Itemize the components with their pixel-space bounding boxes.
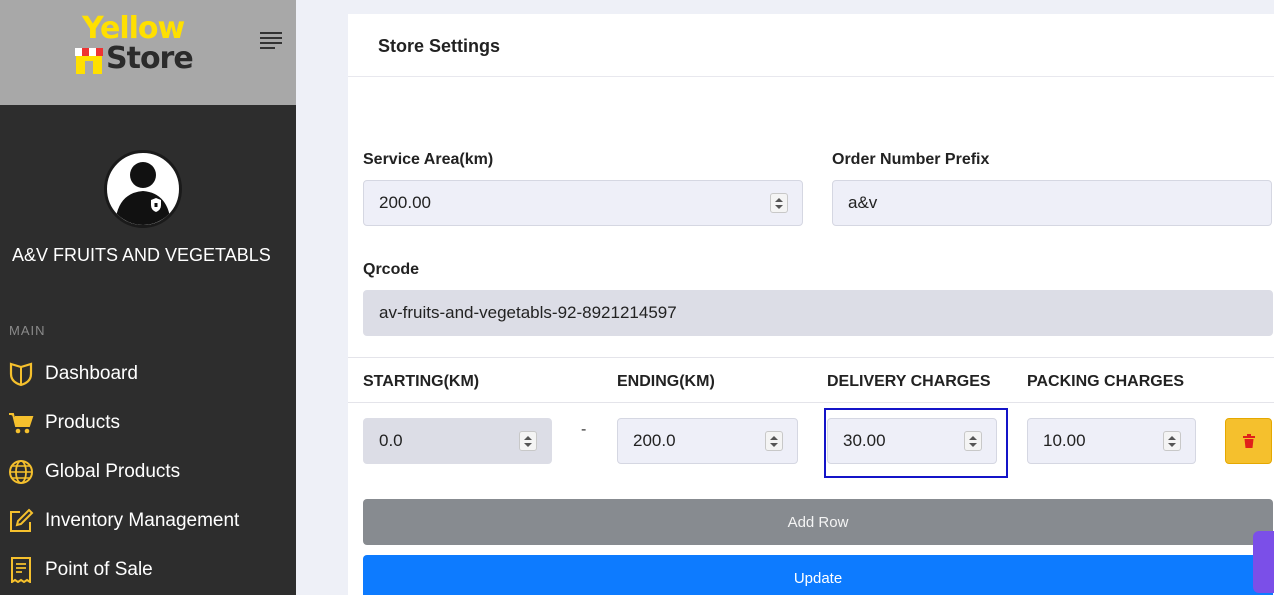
update-button[interactable]: Update <box>363 555 1273 595</box>
service-area-input[interactable]: 200.00 <box>363 180 803 226</box>
globe-icon <box>4 459 38 485</box>
column-header-ending: ENDING(KM) <box>617 373 715 390</box>
store-settings-card: Store Settings Service Area(km) 200.00 O… <box>348 14 1274 595</box>
sidebar: Yellow Store A&V FRUITS AND VEGETABLS MA… <box>0 0 296 595</box>
sidebar-item-label: Global Products <box>45 461 181 482</box>
qrcode-input[interactable]: av-fruits-and-vegetabls-92-8921214597 <box>363 290 1273 336</box>
qrcode-label: Qrcode <box>363 261 420 278</box>
qrcode-value: av-fruits-and-vegetabls-92-8921214597 <box>379 303 677 322</box>
sidebar-item-label: Products <box>45 412 120 433</box>
number-spinner-icon[interactable] <box>1163 431 1181 451</box>
receipt-icon <box>4 557 38 583</box>
order-prefix-label: Order Number Prefix <box>832 151 990 168</box>
page-title: Store Settings <box>378 36 501 56</box>
service-area-label: Service Area(km) <box>363 151 494 168</box>
sidebar-item-inventory-management[interactable]: Inventory Management <box>0 501 296 541</box>
packing-charges-input[interactable]: 10.00 <box>1027 418 1196 464</box>
starting-km-value: 0.0 <box>379 431 403 450</box>
column-header-delivery: DELIVERY CHARGES <box>827 373 991 390</box>
menu-toggle-icon[interactable] <box>260 32 282 49</box>
ending-km-input[interactable]: 200.0 <box>617 418 798 464</box>
number-spinner-icon[interactable] <box>519 431 537 451</box>
edit-icon <box>4 508 38 534</box>
avatar[interactable] <box>104 150 182 228</box>
sidebar-item-label: Dashboard <box>45 363 138 384</box>
sidebar-item-point-of-sale[interactable]: Point of Sale <box>0 550 296 590</box>
brand-header: Yellow Store <box>0 0 296 105</box>
service-area-value: 200.00 <box>379 193 431 212</box>
sidebar-item-dashboard[interactable]: Dashboard <box>0 354 296 394</box>
number-spinner-icon[interactable] <box>770 193 788 213</box>
packing-charges-value: 10.00 <box>1043 431 1086 450</box>
column-header-starting: STARTING(KM) <box>363 373 480 390</box>
yellow-store-logo[interactable]: Yellow Store <box>72 12 212 80</box>
trash-icon <box>1242 434 1255 448</box>
ending-km-value: 200.0 <box>633 431 676 450</box>
sidebar-item-label: Point of Sale <box>45 559 153 580</box>
card-header: Store Settings <box>348 14 1274 77</box>
store-name: A&V FRUITS AND VEGETABLS <box>12 245 271 265</box>
sidebar-item-label: Inventory Management <box>45 510 240 531</box>
number-spinner-icon[interactable] <box>765 431 783 451</box>
user-icon <box>115 162 171 225</box>
shop-icon <box>75 48 103 74</box>
add-row-button[interactable]: Add Row <box>363 499 1273 545</box>
order-prefix-input[interactable]: a&v <box>832 180 1272 226</box>
focus-highlight <box>824 408 1008 478</box>
charges-table-header: STARTING(KM) ENDING(KM) DELIVERY CHARGES… <box>348 357 1274 403</box>
delete-row-button[interactable] <box>1225 418 1272 464</box>
sidebar-item-products[interactable]: Products <box>0 403 296 443</box>
cart-icon <box>4 410 38 436</box>
starting-km-input[interactable]: 0.0 <box>363 418 552 464</box>
logo-text-bottom: Store <box>106 41 194 76</box>
order-prefix-value: a&v <box>848 193 878 212</box>
range-separator: - <box>581 421 587 438</box>
shield-icon <box>4 361 38 387</box>
column-header-packing: PACKING CHARGES <box>1027 373 1185 390</box>
floating-side-tab[interactable] <box>1253 531 1274 593</box>
section-label-main: MAIN <box>9 323 46 338</box>
sidebar-item-global-products[interactable]: Global Products <box>0 452 296 492</box>
